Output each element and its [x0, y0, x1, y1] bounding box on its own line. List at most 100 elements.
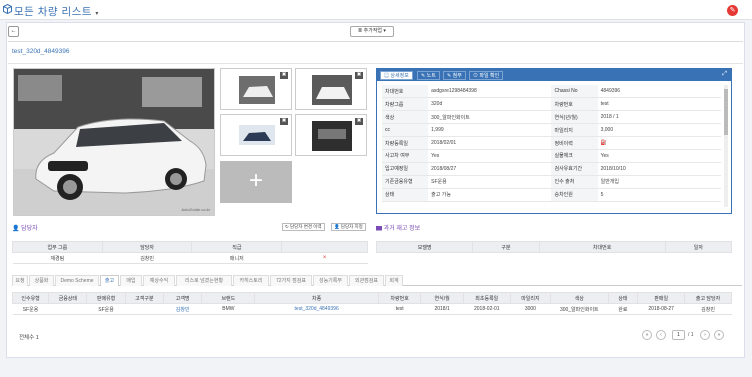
cell: 300_알파인화이트	[550, 303, 609, 315]
info-value: 4849396	[597, 85, 721, 99]
col-header: 연식/월	[420, 292, 464, 304]
customer-link[interactable]: 김창민	[163, 303, 202, 315]
tab-purchase[interactable]: 매입	[120, 275, 142, 286]
vehicle-info-table: 차대번호 asdgsre1298484398 Chassi No 4849396 차량그…	[382, 85, 721, 202]
thumbnail-4[interactable]: ✖	[295, 114, 367, 156]
vehicle-link[interactable]: test_320d_4849396	[254, 303, 379, 315]
col-header: 구분	[472, 241, 540, 253]
col-header: 고객구분	[124, 292, 165, 304]
cell	[125, 303, 164, 315]
col-header: 담당자	[101, 241, 193, 253]
info-value: 2018/02/01	[428, 136, 552, 150]
info-value: 출고 가능	[428, 188, 552, 202]
fuel-icon[interactable]: ⛽	[597, 136, 721, 150]
thumbnail-3[interactable]: ✖	[220, 114, 292, 156]
manager-history-button[interactable]: ↻ 담당자 변경 이력	[282, 223, 325, 231]
col-header: 최초등록일	[462, 292, 511, 304]
cell: 2018-08-27	[637, 303, 685, 315]
cell: 김창민	[684, 303, 732, 315]
info-label: 연식(년/월)	[551, 110, 598, 125]
vehicle-info-panel: ▤ 상세정보 ✎ 노트 ✎ 첨부 ⊙ 파일 확인 ⤢ 차대번호 asdgsre12…	[376, 68, 732, 214]
info-label: 차량등록일	[382, 136, 429, 150]
page-title-text: 모든 차량 리스트	[14, 6, 92, 18]
info-label: 차량그룹	[382, 97, 429, 112]
tab-car-history[interactable]: 카히스토리	[233, 275, 269, 286]
tab-attachments-label: 첨부	[452, 73, 462, 79]
photo-watermark: AutoGuide.co.kr	[181, 207, 210, 212]
tab-exterior-check[interactable]: 외관점검표	[349, 275, 384, 286]
scroll-thumb[interactable]	[724, 89, 728, 135]
page-input[interactable]: 1	[672, 330, 685, 340]
col-header: 차대번호	[538, 241, 666, 253]
tab-release[interactable]: 출고	[100, 275, 119, 286]
info-row: 차대번호 asdgsre1298484398 Chassi No 4849396	[382, 85, 721, 99]
info-tabs-bar: ▤ 상세정보 ✎ 노트 ✎ 첨부 ⊙ 파일 확인 ⤢	[377, 69, 731, 81]
tab-demo-scheme[interactable]: Demo Scheme	[55, 275, 99, 286]
info-row: 기존금융유형 SF운용 인수 출처 일반개입	[382, 175, 721, 189]
thumbnail-1[interactable]: ✖	[220, 68, 292, 110]
info-label: cc	[382, 123, 429, 138]
cell: SF운용	[86, 303, 126, 315]
col-header: 모델명	[375, 241, 474, 253]
page-title[interactable]: 모든 차량 리스트 ▾	[14, 4, 99, 19]
tab-lease-status[interactable]: 리스로 넘겼는현황	[176, 275, 232, 286]
remove-photo-button[interactable]: ✖	[355, 72, 363, 79]
edit-button[interactable]: ✎	[727, 5, 738, 16]
cell: 2018/1	[420, 303, 464, 315]
tab-details[interactable]: ▤ 상세정보	[380, 71, 413, 80]
cell: 김창민	[102, 252, 192, 264]
extra-actions-dropdown[interactable]: ≣ 추가작업 ▾	[350, 26, 394, 37]
vehicle-name-link[interactable]: test_320d_4849396	[12, 48, 69, 55]
cell: test	[378, 303, 421, 315]
info-label: 사고차 여부	[382, 149, 429, 163]
tab-notes[interactable]: ✎ 노트	[417, 71, 440, 80]
next-page-button[interactable]: ›	[700, 330, 710, 340]
divider	[8, 41, 743, 42]
tab-file-check-label: 파일 확인	[479, 73, 500, 79]
col-header: 마일리지	[509, 292, 552, 304]
back-button[interactable]: ←	[8, 26, 19, 37]
info-row: 색상 300_알파인화이트 연식(년/월) 2018 / 1	[382, 110, 721, 125]
add-photo-button[interactable]: +	[220, 161, 292, 203]
col-header: 직급	[191, 241, 283, 253]
past-stock-title-text: 과거 재고 정보	[383, 226, 421, 232]
expand-icon[interactable]: ⤢	[722, 71, 727, 78]
cell: 매니저	[191, 252, 282, 264]
manager-title-text: 담당자	[21, 226, 38, 232]
delete-manager-button[interactable]: ×	[281, 252, 368, 264]
top-bar	[0, 0, 752, 20]
last-page-button[interactable]: »	[714, 330, 724, 340]
tab-file-check[interactable]: ⊙ 파일 확인	[469, 71, 504, 80]
scrollbar[interactable]	[724, 85, 728, 207]
col-header: 브랜드	[201, 292, 256, 304]
col-header: 출고 담당자	[684, 292, 732, 304]
table-row[interactable]: SF운용 SF운용 김창민 BMW test_320d_4849396 test 2018/…	[12, 303, 732, 315]
cube-icon	[3, 3, 12, 15]
tab-accounting[interactable]: 회계	[385, 275, 403, 286]
info-value: asdgsre1298484398	[428, 85, 552, 99]
info-value: test	[597, 97, 721, 112]
tab-performance-record[interactable]: 성능기록부	[313, 275, 348, 286]
info-value: 320d	[428, 97, 552, 112]
info-row: 차량등록일 2018/02/01 정비이력 ⛽	[382, 136, 721, 150]
tab-72-checklist[interactable]: 72가지 점검표	[270, 275, 312, 286]
tab-expected-profit[interactable]: 예상수익	[143, 275, 175, 286]
tab-request[interactable]: 요청	[12, 275, 28, 286]
remove-photo-button[interactable]: ✖	[355, 118, 363, 125]
main-vehicle-photo[interactable]: AutoGuide.co.kr	[13, 68, 215, 216]
tab-attachments[interactable]: ✎ 첨부	[443, 71, 466, 80]
info-row: 차량그룹 320d 차량번호 test	[382, 97, 721, 112]
info-label: 마일리지	[551, 123, 598, 138]
remove-photo-button[interactable]: ✖	[280, 72, 288, 79]
cell: 2018-02-01	[463, 303, 511, 315]
thumbnail-2[interactable]: ✖	[295, 68, 367, 110]
assign-manager-label: 담당자 지정	[340, 224, 363, 229]
tab-productization[interactable]: 상품화	[29, 275, 54, 286]
first-page-button[interactable]: «	[642, 330, 652, 340]
prev-page-button[interactable]: ‹	[656, 330, 666, 340]
assign-manager-button[interactable]: 👤 담당자 지정	[331, 223, 366, 231]
remove-photo-button[interactable]: ✖	[280, 118, 288, 125]
info-value: 1,999	[428, 123, 552, 138]
cell: BMW	[201, 303, 255, 315]
cell: 3000	[510, 303, 551, 315]
